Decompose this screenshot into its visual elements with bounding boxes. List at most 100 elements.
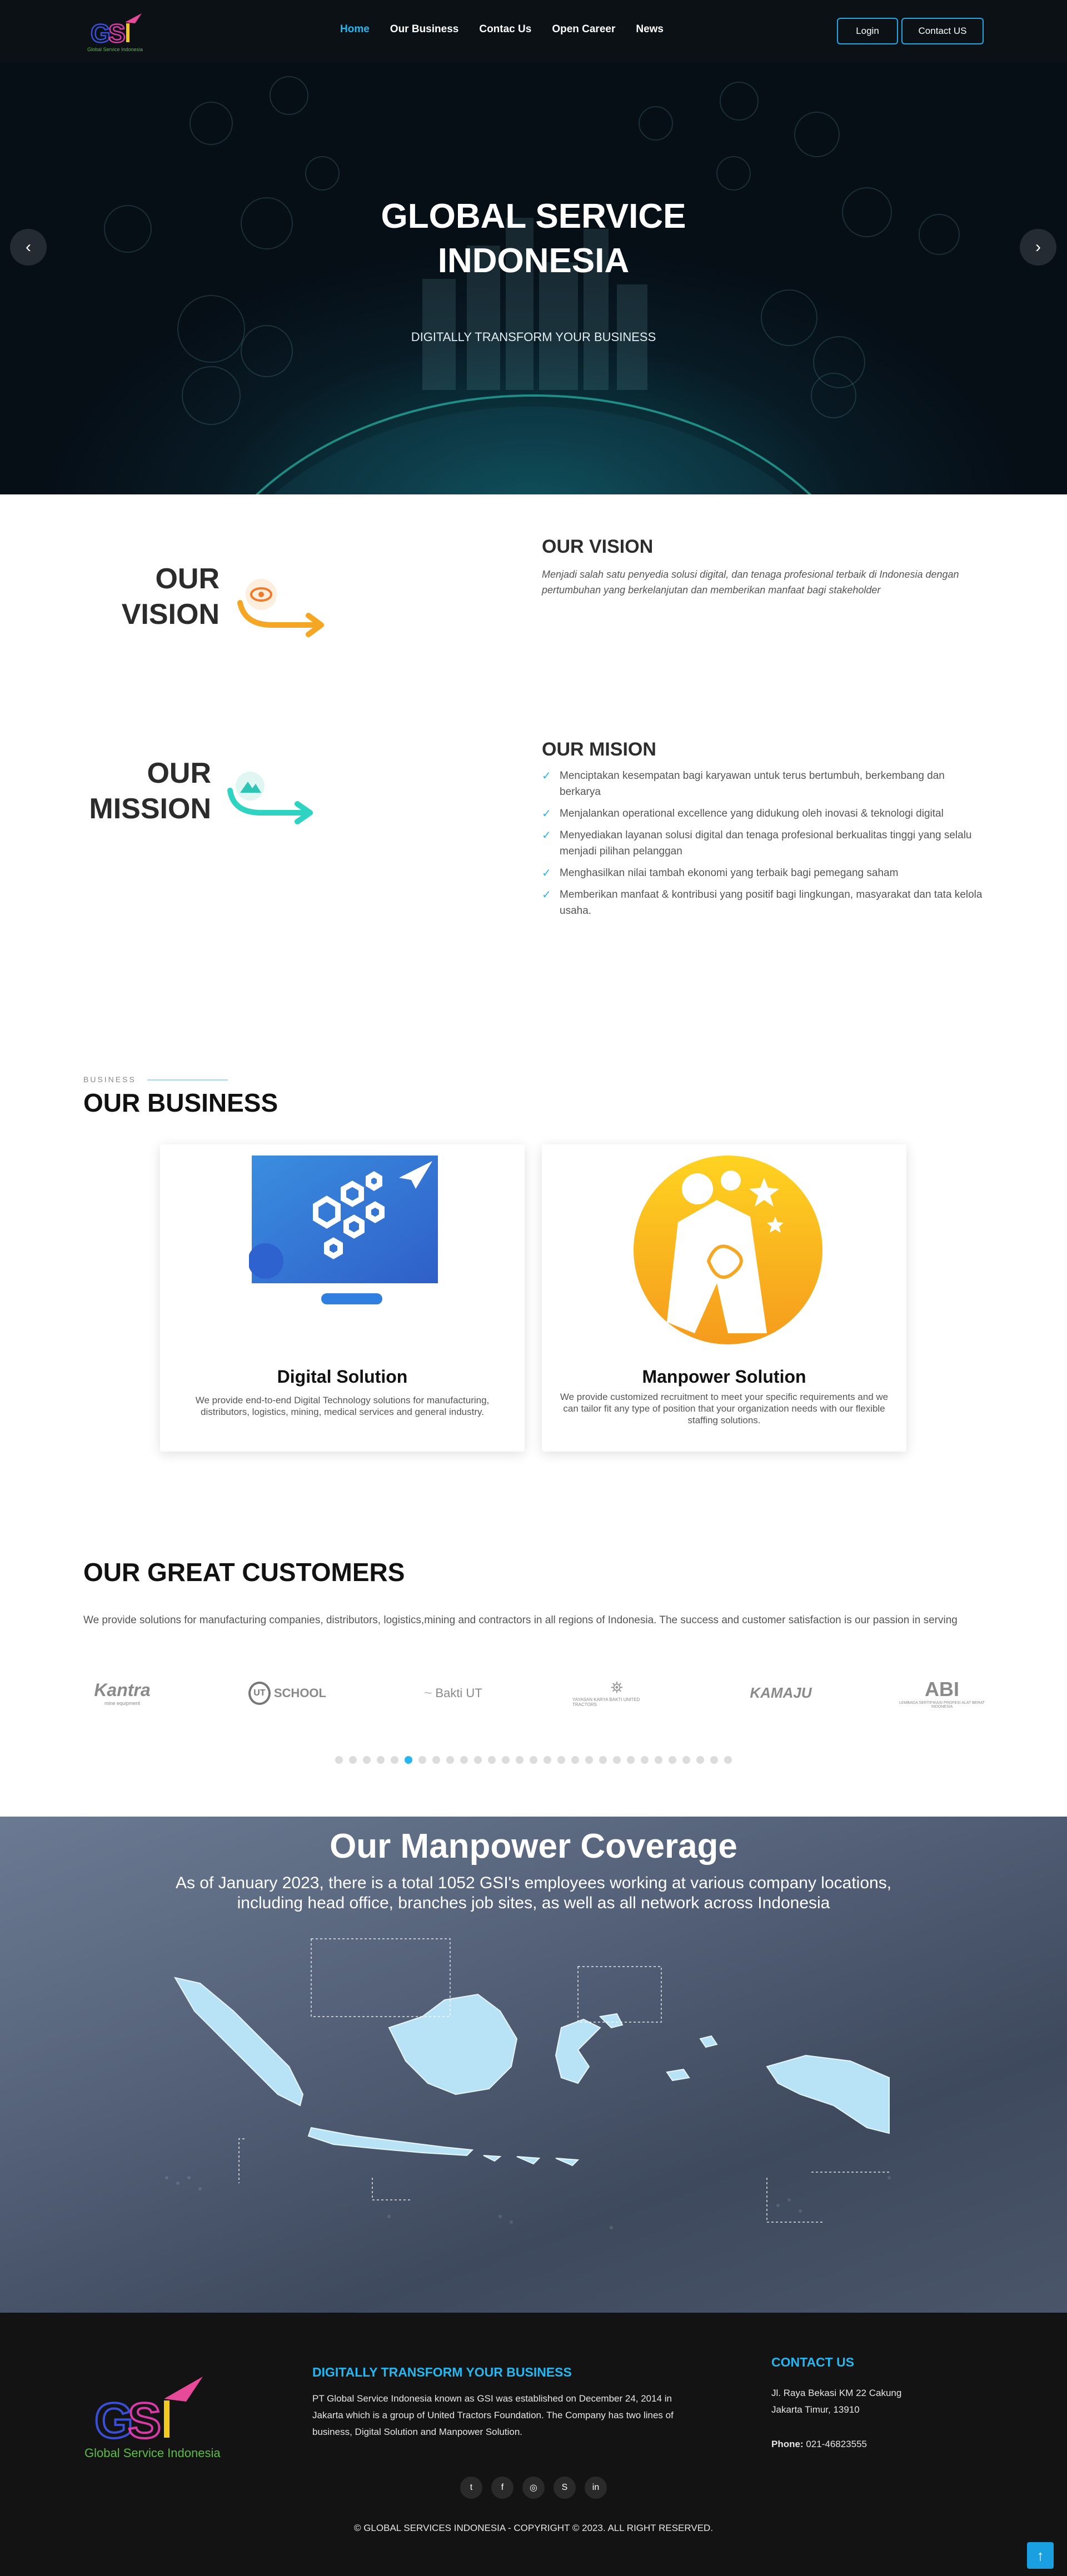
check-icon: ✓ [542,829,551,842]
footer-address: Jl. Raya Bekasi KM 22 Cakung Jakarta Tim… [771,2385,901,2418]
footer-contact-title: CONTACT US [771,2355,855,2369]
customer-logo-kantra[interactable]: Kantra mine equipment [83,1672,161,1714]
nav-open-career[interactable]: Open Career [552,23,615,36]
phone-label: Phone: [771,2439,804,2449]
logo-kantra-sub: mine equipment [104,1700,141,1706]
mission-item: ✓ Memberikan manfaat & kontribusi yang po… [542,887,986,919]
carousel-dot[interactable] [682,1756,690,1764]
card-title: Manpower Solution [642,1367,806,1387]
carousel-dot[interactable] [655,1756,662,1764]
carousel-dot[interactable] [363,1756,371,1764]
digital-solution-card[interactable]: Digital Solution We provide end-to-end D… [160,1144,525,1452]
carousel-dot[interactable] [405,1756,412,1764]
twitter-icon[interactable]: t [460,2477,482,2499]
customer-logo-ykbut[interactable]: ⛯ YAYASAN KARYA BAKTI UNITED TRACTORS [572,1672,661,1714]
check-icon: ✓ [542,770,551,782]
customer-logo-kamaju[interactable]: KAMAJU [739,1672,822,1714]
carousel-dot[interactable] [669,1756,676,1764]
customer-logo-bakti-ut[interactable]: ~ Bakti UT [411,1672,495,1714]
logo-kantra-text: Kantra [94,1680,151,1700]
carousel-dot[interactable] [446,1756,454,1764]
back-to-top-button[interactable]: ↑ [1027,2542,1054,2569]
carousel-dot[interactable] [502,1756,510,1764]
customers-description: We provide solutions for manufacturing c… [83,1614,958,1626]
mission-item: ✓ Menyediakan layanan solusi digital dan … [542,827,986,859]
svg-text:Global Service Indonesia: Global Service Indonesia [87,47,143,52]
mission-item-text: Menghasilkan nilai tambah ekonomi yang t… [560,867,899,879]
facebook-icon[interactable]: f [491,2477,513,2499]
carousel-dot[interactable] [544,1756,551,1764]
address-line2: Jakarta Timur, 13910 [771,2404,860,2415]
mission-badge-text: OUR MISSION [67,756,211,827]
logo-kamaju-text: KAMAJU [750,1684,812,1701]
skype-icon[interactable]: S [554,2477,576,2499]
nav-our-business[interactable]: Our Business [390,23,459,36]
gsi-logo[interactable]: G S Global Service Indonesia [86,10,147,54]
footer-gsi-logo[interactable]: G S Global Service Indonesia [83,2368,222,2463]
nav-home[interactable]: Home [340,23,370,36]
site-footer: G S Global Service Indonesia DIGITALLY T… [0,2313,1067,2576]
vision-badge-line2: VISION [121,598,220,631]
manpower-solution-card[interactable]: Manpower Solution We provide customized … [542,1144,906,1452]
vision-eye-arrow-icon [237,579,324,637]
carousel-dot[interactable] [599,1756,607,1764]
carousel-dot[interactable] [696,1756,704,1764]
mission-badge-line2: MISSION [89,793,211,825]
carousel-dot[interactable] [641,1756,649,1764]
bakti-swoosh-icon: ~ [423,1684,432,1701]
carousel-dot[interactable] [571,1756,579,1764]
logo-school-text: SCHOOL [273,1685,326,1700]
carousel-dot[interactable] [627,1756,635,1764]
customer-logo-ut-school[interactable]: UT SCHOOL [248,1672,326,1714]
nav-news[interactable]: News [636,23,664,36]
vision-badge-line1: OUR [155,563,220,595]
business-kicker: BUSINESS [83,1075,136,1084]
carousel-dot[interactable] [710,1756,718,1764]
login-button[interactable]: Login [837,18,898,44]
digital-solution-icon [249,1156,438,1304]
carousel-dot[interactable] [585,1756,593,1764]
carousel-dot[interactable] [335,1756,343,1764]
hero-subtitle: DIGITALLY TRANSFORM YOUR BUSINESS [411,330,656,344]
hero-title-line1: GLOBAL SERVICE [381,197,686,236]
carousel-dot[interactable] [474,1756,482,1764]
instagram-icon[interactable]: ◎ [522,2477,545,2499]
vision-title: OUR VISION [542,536,654,557]
carousel-dot[interactable] [557,1756,565,1764]
card-title: Digital Solution [277,1367,408,1387]
ykbut-emblem-icon: ⛯ [610,1679,624,1696]
logo-ykbut-text: YAYASAN KARYA BAKTI UNITED TRACTORS [572,1697,640,1707]
mission-item: ✓ Menjalankan operational excellence yang… [542,806,986,822]
carousel-dot[interactable] [391,1756,398,1764]
linkedin-icon[interactable]: in [585,2477,607,2499]
manpower-coverage-section: Our Manpower Coverage As of January 2023… [0,1817,1067,2313]
carousel-dot[interactable] [516,1756,523,1764]
arrow-up-icon: ↑ [1036,2547,1044,2564]
carousel-dot[interactable] [460,1756,468,1764]
carousel-dot[interactable] [530,1756,537,1764]
carousel-dot[interactable] [349,1756,357,1764]
carousel-dot[interactable] [488,1756,496,1764]
ut-badge-icon: UT [248,1681,271,1705]
svg-text:S: S [108,19,126,48]
mission-item: ✓ Menciptakan kesempatan bagi karyawan un… [542,768,986,800]
vision-badge-text: OUR VISION [83,561,220,632]
customer-logo-abi[interactable]: ABI LEMBAGA SERTIFIKASI PROFESI ALAT BER… [898,1672,986,1714]
top-navbar: G S Global Service Indonesia Home Our Bu… [0,0,1067,62]
carousel-dot[interactable] [613,1756,621,1764]
card-description: We provide customized recruitment to mee… [560,1392,889,1425]
kicker-divider [147,1079,228,1081]
carousel-dot[interactable] [418,1756,426,1764]
footer-phone: Phone: 021-46823555 [771,2436,867,2453]
carousel-dot[interactable] [724,1756,732,1764]
carousel-dot[interactable] [432,1756,440,1764]
hero-banner: ‹ › GLOBAL SERVICE INDONESIA DIGITALLY T… [0,62,1067,494]
phone-link[interactable]: 021-46823555 [806,2439,867,2449]
customers-title: OUR GREAT CUSTOMERS [83,1558,405,1587]
logo-abi-text: ABI [925,1677,959,1700]
nav-contact[interactable]: Contac Us [479,23,531,36]
contact-us-button[interactable]: Contact US [901,18,984,44]
coverage-title: Our Manpower Coverage [330,1827,737,1865]
carousel-dot[interactable] [377,1756,385,1764]
mission-list: ✓ Menciptakan kesempatan bagi karyawan un… [542,768,986,924]
